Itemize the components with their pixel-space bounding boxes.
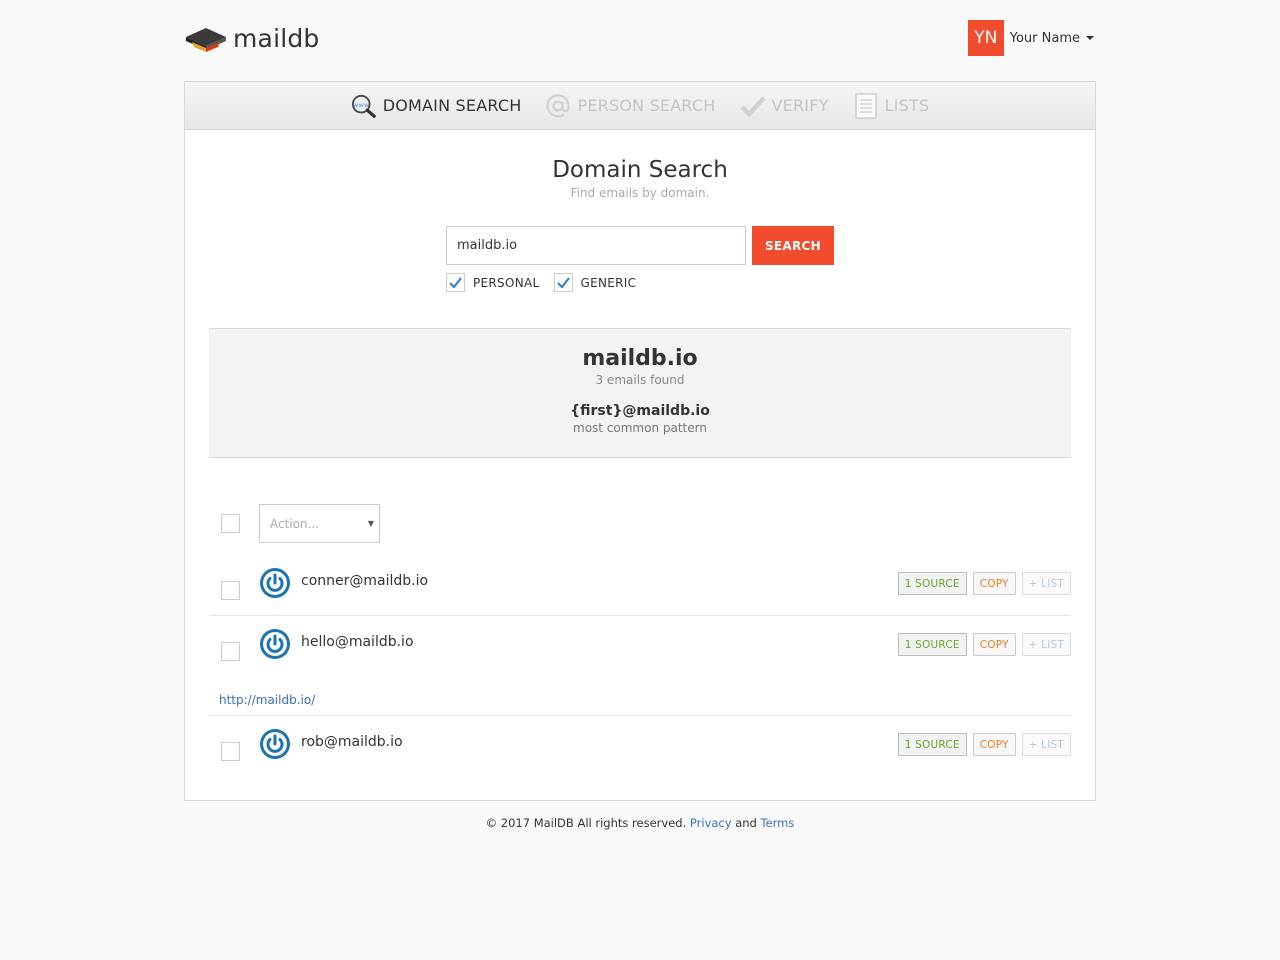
add-to-list-button[interactable]: + LIST [1021, 572, 1071, 595]
caret-down-icon[interactable] [1086, 36, 1094, 40]
domain-search-input[interactable] [446, 226, 746, 265]
add-to-list-button[interactable]: + LIST [1021, 733, 1071, 756]
email-row: rob@maildb.io 1 SOURCE COPY + LIST [209, 728, 1071, 776]
tab-person-search[interactable]: PERSON SEARCH [545, 93, 715, 119]
logo-link[interactable]: maildb [184, 20, 320, 56]
check-icon [556, 277, 570, 288]
privacy-link[interactable]: Privacy [690, 816, 732, 830]
action-select-placeholder: Action... [270, 516, 320, 531]
search-header: Domain Search Find emails by domain. [185, 157, 1095, 200]
summary-count: 3 emails found [595, 373, 685, 387]
email-address[interactable]: conner@maildb.io [301, 573, 428, 589]
copy-button[interactable]: COPY [972, 733, 1016, 756]
tab-domain-search[interactable]: www DOMAIN SEARCH [351, 93, 522, 119]
email-row-checkbox[interactable] [221, 742, 240, 761]
email-row: conner@maildb.io 1 SOURCE COPY + LIST [209, 567, 1071, 615]
tab-verify[interactable]: VERIFY [739, 93, 829, 119]
checkmark-icon [739, 93, 766, 119]
summary-domain: maildb.io [582, 346, 698, 371]
search-filters: PERSONAL GENERIC [446, 273, 650, 292]
tab-lists[interactable]: LISTS [853, 92, 930, 119]
row-divider [209, 615, 1071, 616]
email-address[interactable]: hello@maildb.io [301, 634, 414, 650]
www-magnifier-icon: www [351, 93, 377, 119]
footer: © 2017 MailDB All rights reserved. Priva… [0, 816, 1280, 830]
personal-checkbox[interactable] [446, 273, 465, 292]
email-actions: 1 SOURCE COPY + LIST [892, 572, 1071, 595]
user-name[interactable]: Your Name [1010, 31, 1080, 46]
select-all-checkbox[interactable] [221, 514, 240, 533]
tab-label: VERIFY [771, 96, 829, 115]
filter-generic[interactable]: GENERIC [553, 273, 637, 292]
logo-text: maildb [233, 23, 320, 53]
result-summary: maildb.io 3 emails found {first}@maildb.… [209, 328, 1071, 458]
power-icon [260, 729, 290, 759]
add-to-list-button[interactable]: + LIST [1021, 633, 1071, 656]
page-title: Domain Search [552, 157, 728, 183]
summary-pattern-label: most common pattern [573, 421, 707, 435]
sources-button[interactable]: 1 SOURCE [897, 633, 967, 656]
power-icon [260, 629, 290, 659]
terms-link[interactable]: Terms [760, 816, 794, 830]
tab-label: PERSON SEARCH [577, 96, 716, 115]
source-link[interactable]: http://maildb.io/ [219, 693, 315, 707]
email-actions: 1 SOURCE COPY + LIST [892, 633, 1071, 656]
tab-bar: www DOMAIN SEARCH PERSON SEARCH VERIFY L… [185, 82, 1095, 130]
bulk-action-select[interactable]: Action... ▼ [259, 504, 380, 543]
email-row-checkbox[interactable] [221, 642, 240, 661]
summary-pattern: {first}@maildb.io [570, 403, 710, 419]
copyright-text: © 2017 MailDB All rights reserved. [485, 816, 687, 830]
power-icon [260, 568, 290, 598]
tab-label: LISTS [884, 96, 930, 115]
user-avatar[interactable]: YN [967, 20, 1004, 56]
copy-button[interactable]: COPY [972, 572, 1016, 595]
svg-text:www: www [353, 100, 370, 108]
filter-personal[interactable]: PERSONAL [446, 273, 540, 292]
graduation-cap-logo-icon [186, 28, 226, 52]
row-divider [209, 715, 1071, 716]
email-row: hello@maildb.io 1 SOURCE COPY + LIST htt… [209, 628, 1071, 714]
email-actions: 1 SOURCE COPY + LIST [892, 733, 1071, 756]
generic-checkbox[interactable] [553, 273, 573, 292]
search-form: SEARCH [446, 226, 834, 265]
email-row-checkbox[interactable] [221, 581, 240, 600]
list-doc-icon [853, 92, 879, 119]
user-menu[interactable]: YN Your Name [967, 20, 1096, 56]
sources-button[interactable]: 1 SOURCE [897, 733, 967, 756]
select-arrow-icon: ▼ [367, 519, 374, 528]
bulk-action-row: Action... ▼ [221, 504, 380, 543]
sources-button[interactable]: 1 SOURCE [897, 572, 967, 595]
at-sign-icon [545, 93, 571, 119]
check-icon [449, 277, 462, 288]
email-address[interactable]: rob@maildb.io [301, 734, 403, 750]
search-button[interactable]: SEARCH [752, 226, 834, 265]
tab-label: DOMAIN SEARCH [382, 96, 522, 115]
filter-label: GENERIC [580, 275, 637, 290]
and-text: and [735, 816, 757, 830]
copy-button[interactable]: COPY [972, 633, 1016, 656]
page-subtitle: Find emails by domain. [570, 186, 710, 200]
top-bar: maildb YN Your Name [184, 0, 1096, 81]
main-card: www DOMAIN SEARCH PERSON SEARCH VERIFY L… [184, 81, 1096, 801]
filter-label: PERSONAL [473, 275, 540, 290]
